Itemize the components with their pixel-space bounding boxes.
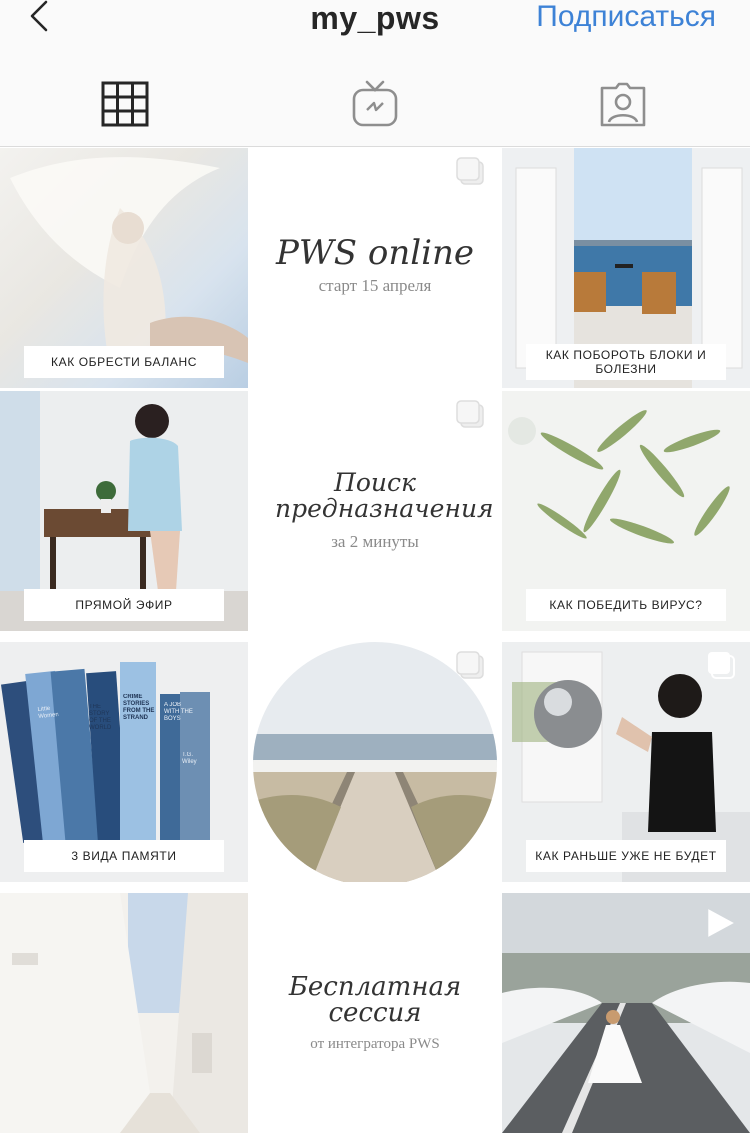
multiple-photos-icon	[456, 400, 484, 428]
book-title: THE STORY OF THE WORLD	[89, 704, 112, 731]
subscribe-button[interactable]: Подписаться	[536, 0, 716, 34]
post-9[interactable]: КАК РАНЬШЕ УЖЕ НЕ БУДЕТ	[502, 642, 750, 882]
multiple-photos-icon	[456, 651, 484, 679]
text-card: Бесплатная сессия от интегратора PWS	[251, 893, 499, 1133]
post-caption: 3 ВИДА ПАМЯТИ	[24, 840, 224, 872]
post-title: Поиск предназначения	[275, 468, 494, 523]
book-title: T.G. Wiley	[182, 752, 197, 765]
post-caption: ПРЯМОЙ ЭФИР	[24, 589, 224, 621]
post-6[interactable]: КАК ПОБЕДИТЬ ВИРУС?	[502, 391, 750, 631]
post-caption: КАК ПОБОРОТЬ БЛОКИ И БОЛЕЗНИ	[526, 344, 726, 380]
post-1[interactable]: КАК ОБРЕСТИ БАЛАНС	[0, 148, 248, 388]
book-title: Little Women	[37, 705, 59, 721]
multiple-photos-icon	[708, 652, 735, 679]
profile-header: my_pws Подписаться	[0, 0, 750, 147]
video-play-icon	[708, 909, 734, 937]
post-caption: КАК ПОБЕДИТЬ ВИРУС?	[526, 589, 726, 621]
post-3[interactable]: КАК ПОБОРОТЬ БЛОКИ И БОЛЕЗНИ	[502, 148, 750, 388]
post-2[interactable]: PWS online старт 15 апреля	[251, 148, 499, 388]
post-5[interactable]: Поиск предназначения за 2 минуты	[251, 391, 499, 631]
grid-icon[interactable]	[100, 80, 150, 128]
post-12[interactable]	[502, 893, 750, 1133]
post-subtitle: старт 15 апреля	[318, 276, 432, 295]
post-7[interactable]: Little Women THE STORY OF THE WORLD CRIM…	[0, 642, 248, 882]
post-8[interactable]	[251, 642, 499, 882]
post-subtitle: от интегратора PWS	[310, 1035, 440, 1052]
book-title: A JOB WITH THE BOYS	[164, 702, 193, 722]
post-title: Бесплатная сессия	[288, 971, 462, 1028]
post-11[interactable]: Бесплатная сессия от интегратора PWS	[251, 893, 499, 1133]
tagged-person-icon[interactable]	[598, 80, 648, 128]
post-10[interactable]	[0, 893, 248, 1133]
multiple-photos-icon	[456, 157, 484, 185]
posts-grid: КАК ОБРЕСТИ БАЛАНС PWS online старт 15 а…	[0, 148, 750, 1146]
post-title: PWS online	[275, 233, 475, 273]
post-caption: КАК ОБРЕСТИ БАЛАНС	[24, 346, 224, 378]
book-title: CRIME STORIES FROM THE STRAND	[123, 694, 155, 721]
white-street-scene	[0, 893, 248, 1133]
igtv-icon[interactable]	[350, 80, 400, 128]
post-caption: КАК РАНЬШЕ УЖЕ НЕ БУДЕТ	[526, 840, 726, 872]
post-4[interactable]: ПРЯМОЙ ЭФИР	[0, 391, 248, 631]
post-subtitle: за 2 минуты	[331, 532, 419, 551]
